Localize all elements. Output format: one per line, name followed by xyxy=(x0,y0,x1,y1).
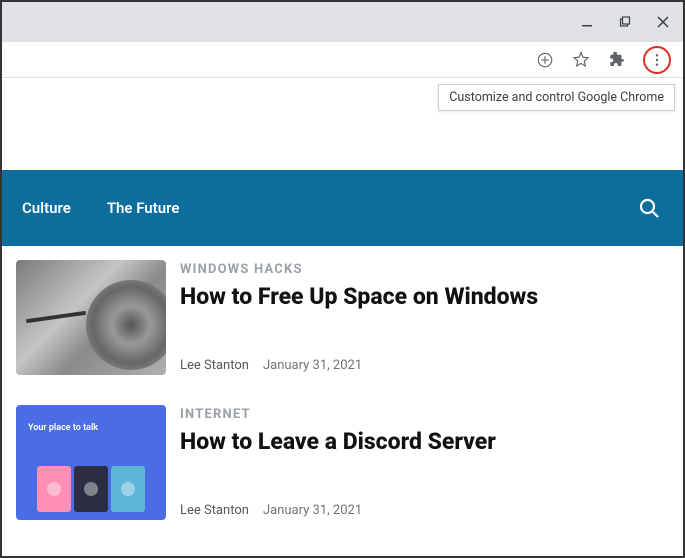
article-date: January 31, 2021 xyxy=(263,503,362,518)
article-meta: Lee Stanton January 31, 2021 xyxy=(180,358,538,373)
add-bookmark-icon[interactable] xyxy=(535,50,555,70)
article-meta: Lee Stanton January 31, 2021 xyxy=(180,503,496,518)
article-author[interactable]: Lee Stanton xyxy=(180,503,249,518)
nav-link-future[interactable]: The Future xyxy=(107,199,180,217)
star-bookmark-icon[interactable] xyxy=(571,50,591,70)
chrome-menu-button[interactable] xyxy=(647,50,667,70)
extensions-icon[interactable] xyxy=(607,50,627,70)
thumbnail-caption: Your place to talk xyxy=(28,423,98,433)
window-titlebar xyxy=(2,2,683,42)
chrome-menu-tooltip: Customize and control Google Chrome xyxy=(438,84,675,111)
article-author[interactable]: Lee Stanton xyxy=(180,358,249,373)
article-card[interactable]: Your place to talk INTERNET How to Leave… xyxy=(16,405,669,520)
article-list: WINDOWS HACKS How to Free Up Space on Wi… xyxy=(2,246,683,556)
article-card[interactable]: WINDOWS HACKS How to Free Up Space on Wi… xyxy=(16,260,669,375)
page-content: Culture The Future WINDOWS HACKS How to … xyxy=(2,78,683,556)
browser-toolbar xyxy=(2,42,683,78)
article-thumbnail xyxy=(16,260,166,375)
chrome-menu-highlight xyxy=(643,46,671,74)
nav-link-culture[interactable]: Culture xyxy=(22,199,71,217)
close-button[interactable] xyxy=(653,12,673,32)
site-nav-bar: Culture The Future xyxy=(2,170,683,246)
article-category[interactable]: INTERNET xyxy=(180,407,496,422)
article-thumbnail: Your place to talk xyxy=(16,405,166,520)
article-category[interactable]: WINDOWS HACKS xyxy=(180,262,538,277)
article-title[interactable]: How to Free Up Space on Windows xyxy=(180,283,538,311)
article-title[interactable]: How to Leave a Discord Server xyxy=(180,428,496,456)
article-date: January 31, 2021 xyxy=(263,358,362,373)
maximize-button[interactable] xyxy=(615,12,635,32)
minimize-button[interactable] xyxy=(577,12,597,32)
search-icon[interactable] xyxy=(635,194,663,222)
